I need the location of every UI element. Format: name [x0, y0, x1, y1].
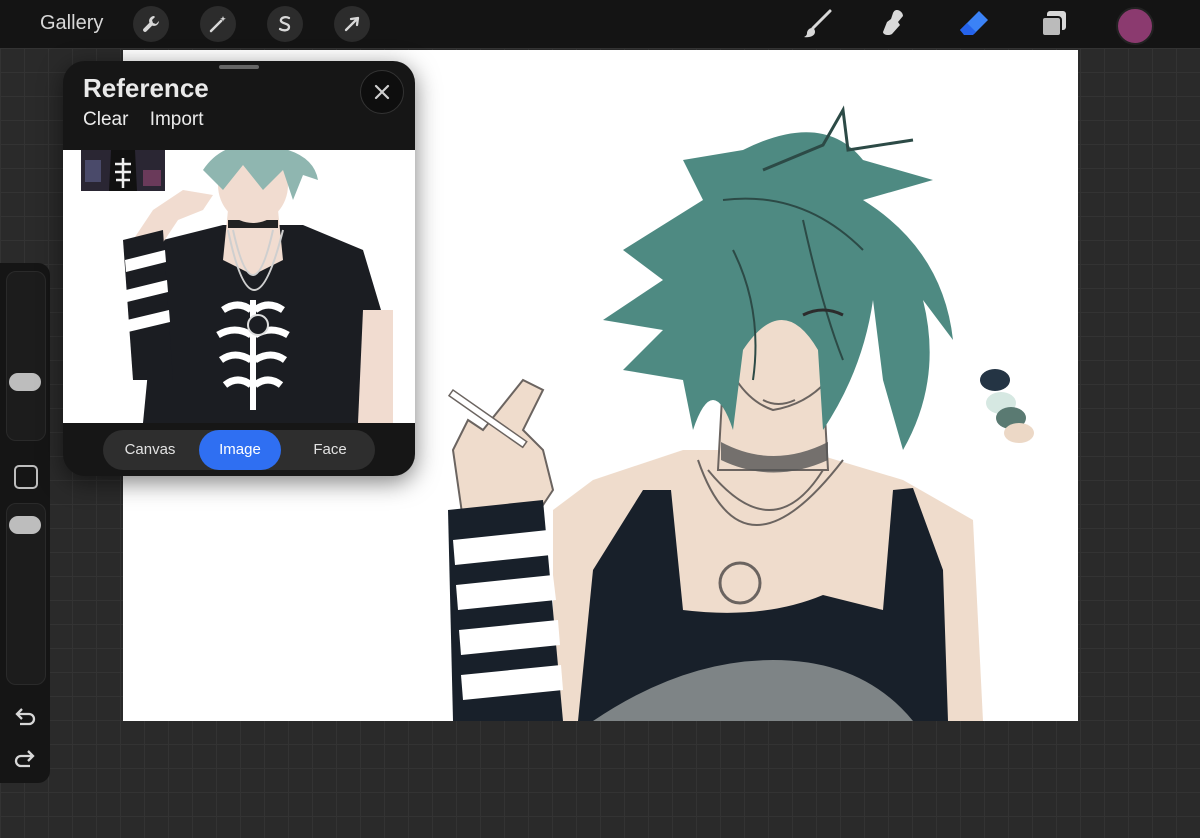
- close-icon: [374, 84, 390, 100]
- color-swatch[interactable]: [1116, 7, 1154, 45]
- layers-icon[interactable]: [1036, 6, 1072, 42]
- close-button[interactable]: [360, 70, 404, 114]
- reference-mode-segmented-control: Canvas Image Face: [103, 430, 375, 470]
- palette-swatch: [980, 369, 1010, 391]
- tab-image[interactable]: Image: [199, 430, 281, 470]
- clear-button[interactable]: Clear: [83, 109, 128, 130]
- gallery-button[interactable]: Gallery: [40, 12, 103, 35]
- reference-thumbnail[interactable]: [81, 150, 165, 191]
- brush-size-handle[interactable]: [9, 373, 41, 391]
- eraser-icon[interactable]: [956, 6, 992, 42]
- modify-button[interactable]: [14, 465, 38, 489]
- panel-grabber[interactable]: [219, 65, 259, 69]
- import-button[interactable]: Import: [150, 109, 204, 130]
- undo-icon[interactable]: [12, 703, 38, 729]
- brush-size-slider[interactable]: [6, 271, 46, 441]
- reference-image[interactable]: [63, 150, 415, 423]
- palette-swatch: [1004, 423, 1034, 443]
- top-toolbar: Gallery: [0, 0, 1200, 48]
- magic-wand-icon[interactable]: [200, 6, 236, 42]
- brush-icon[interactable]: [800, 6, 836, 42]
- transform-icon[interactable]: [334, 6, 370, 42]
- reference-title: Reference: [83, 73, 209, 103]
- wrench-icon[interactable]: [133, 6, 169, 42]
- side-toolbar: [0, 263, 50, 783]
- opacity-handle[interactable]: [9, 516, 41, 534]
- selection-icon[interactable]: [267, 6, 303, 42]
- tab-face[interactable]: Face: [285, 430, 375, 470]
- tab-canvas[interactable]: Canvas: [103, 430, 197, 470]
- redo-icon[interactable]: [12, 745, 38, 771]
- smudge-icon[interactable]: [876, 6, 912, 42]
- reference-panel: Reference Clear Import Canvas Image Face: [63, 61, 415, 476]
